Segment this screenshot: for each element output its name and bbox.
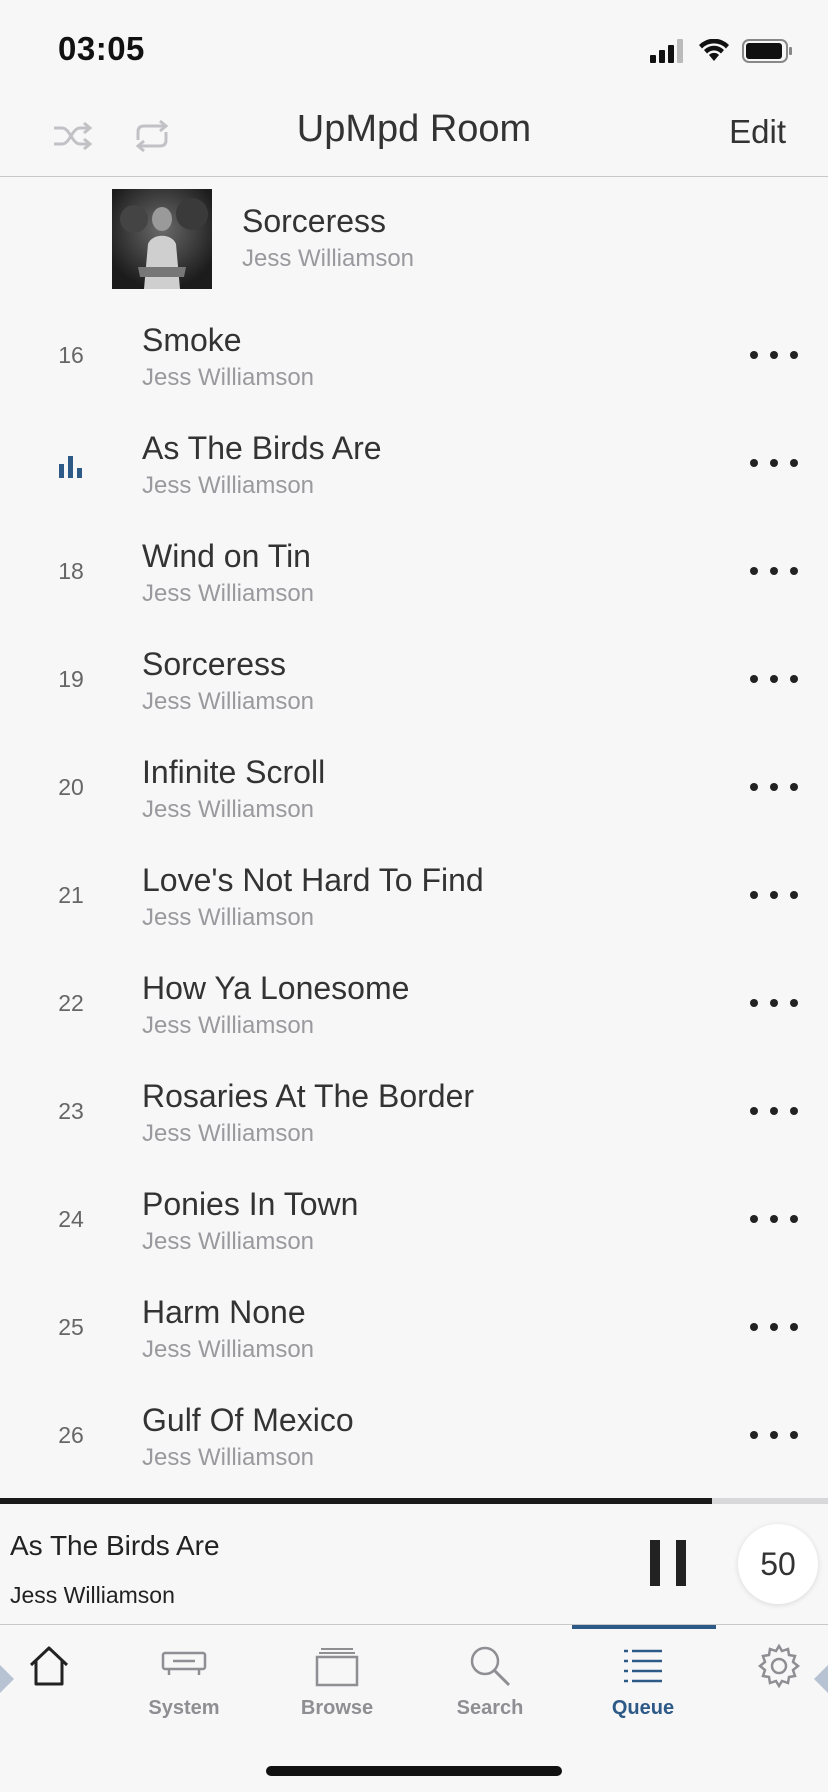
now-playing-header[interactable]: Sorceress Jess Williamson <box>0 177 828 297</box>
track-artist: Jess Williamson <box>142 796 315 823</box>
track-artist: Jess Williamson <box>142 1012 315 1039</box>
queue-row[interactable]: 18 Wind on Tin Jess Williamson <box>0 518 828 626</box>
album-art-image <box>112 189 212 289</box>
more-options-icon[interactable] <box>750 1096 798 1126</box>
status-time: 03:05 <box>58 30 145 67</box>
track-artist: Jess Williamson <box>142 1444 315 1471</box>
cellular-signal-icon <box>650 39 683 63</box>
page-title: UpMpd Room <box>296 108 532 150</box>
track-title: As The Birds Are <box>142 430 382 466</box>
mini-player[interactable]: As The Birds Are Jess Williamson 50 <box>0 1504 828 1625</box>
nav-bar: UpMpd Room Edit <box>0 96 828 177</box>
gear-icon <box>757 1643 801 1689</box>
tab-browse-label: Browse <box>300 1697 374 1719</box>
track-title: Wind on Tin <box>142 538 311 574</box>
queue-row[interactable]: 26 Gulf Of Mexico Jess Williamson <box>0 1382 828 1490</box>
tab-queue[interactable]: Queue <box>578 1625 708 1725</box>
track-number: 21 <box>58 882 84 908</box>
queue-row[interactable]: 16 Smoke Jess Williamson <box>0 302 828 410</box>
more-options-icon[interactable] <box>750 1312 798 1342</box>
pause-icon-bar-left <box>650 1540 660 1586</box>
track-artist: Jess Williamson <box>142 1120 315 1147</box>
tab-home[interactable] <box>0 1625 114 1725</box>
now-playing-album-title: Sorceress <box>242 203 387 239</box>
tab-system[interactable]: System <box>119 1625 249 1725</box>
queue-list: 16 Smoke Jess Williamson As The Birds Are Je… <box>0 302 828 1490</box>
queue-row[interactable]: As The Birds Are Jess Williamson <box>0 410 828 518</box>
now-playing-album-artist: Jess Williamson <box>242 245 415 272</box>
queue-row[interactable]: 24 Ponies In Town Jess Williamson <box>0 1166 828 1274</box>
system-icon <box>161 1651 207 1675</box>
track-number: 19 <box>58 666 84 692</box>
track-title: Rosaries At The Border <box>142 1078 475 1114</box>
track-artist: Jess Williamson <box>142 364 315 391</box>
tab-browse[interactable]: Browse <box>272 1625 402 1725</box>
queue-row[interactable]: 19 Sorceress Jess Williamson <box>0 626 828 734</box>
pause-icon-bar-right <box>676 1540 686 1586</box>
queue-row[interactable]: 21 Love's Not Hard To Find Jess Williamson <box>0 842 828 950</box>
track-number: 22 <box>58 990 84 1016</box>
more-options-icon[interactable] <box>750 340 798 370</box>
tab-search-label: Search <box>456 1697 524 1719</box>
search-icon <box>470 1646 511 1687</box>
queue-row[interactable]: 23 Rosaries At The Border Jess Williamson <box>0 1058 828 1166</box>
track-title: Ponies In Town <box>142 1186 359 1222</box>
queue-row[interactable]: 22 How Ya Lonesome Jess Williamson <box>0 950 828 1058</box>
track-title: How Ya Lonesome <box>142 970 410 1006</box>
more-options-icon[interactable] <box>750 664 798 694</box>
more-options-icon[interactable] <box>750 988 798 1018</box>
track-artist: Jess Williamson <box>142 472 315 499</box>
track-number: 16 <box>58 342 84 368</box>
pause-button[interactable] <box>650 1540 686 1586</box>
track-title: Gulf Of Mexico <box>142 1402 354 1438</box>
tab-bar: System Browse Search Queue <box>0 1625 828 1725</box>
album-art <box>112 189 212 289</box>
tab-search[interactable]: Search <box>425 1625 555 1725</box>
track-number: 26 <box>58 1422 84 1448</box>
wifi-icon <box>699 39 729 61</box>
queue-list-icon <box>624 1649 662 1683</box>
status-icons <box>650 36 794 66</box>
track-title: Infinite Scroll <box>142 754 326 790</box>
track-title: Smoke <box>142 322 242 358</box>
now-playing-bars-icon <box>59 456 82 478</box>
tab-system-label: System <box>148 1697 220 1719</box>
volume-button[interactable]: 50 <box>738 1524 818 1604</box>
more-options-icon[interactable] <box>750 772 798 802</box>
more-options-icon[interactable] <box>750 448 798 478</box>
queue-row[interactable]: 25 Harm None Jess Williamson <box>0 1274 828 1382</box>
status-bar: 03:05 <box>0 0 828 96</box>
more-options-icon[interactable] <box>750 880 798 910</box>
track-artist: Jess Williamson <box>142 1228 315 1255</box>
tab-queue-label: Queue <box>611 1697 675 1719</box>
track-number: 23 <box>58 1098 84 1124</box>
edit-button[interactable]: Edit <box>729 113 786 151</box>
mini-player-artist: Jess Williamson <box>10 1582 175 1608</box>
more-options-icon[interactable] <box>750 1204 798 1234</box>
track-artist: Jess Williamson <box>142 904 315 931</box>
track-number: 25 <box>58 1314 84 1340</box>
track-title: Love's Not Hard To Find <box>142 862 484 898</box>
track-title: Harm None <box>142 1294 306 1330</box>
track-artist: Jess Williamson <box>142 580 315 607</box>
track-title: Sorceress <box>142 646 287 682</box>
track-number: 18 <box>58 558 84 584</box>
home-indicator <box>266 1766 562 1776</box>
more-options-icon[interactable] <box>750 556 798 586</box>
more-options-icon[interactable] <box>750 1420 798 1450</box>
track-number: 24 <box>58 1206 84 1232</box>
track-artist: Jess Williamson <box>142 688 315 715</box>
home-icon <box>29 1646 69 1686</box>
browse-icon <box>315 1648 359 1687</box>
mini-player-title: As The Birds Are <box>10 1530 220 1561</box>
battery-icon <box>742 39 792 63</box>
track-artist: Jess Williamson <box>142 1336 315 1363</box>
track-number: 20 <box>58 774 84 800</box>
tab-settings[interactable] <box>714 1625 828 1725</box>
queue-row[interactable]: 20 Infinite Scroll Jess Williamson <box>0 734 828 842</box>
